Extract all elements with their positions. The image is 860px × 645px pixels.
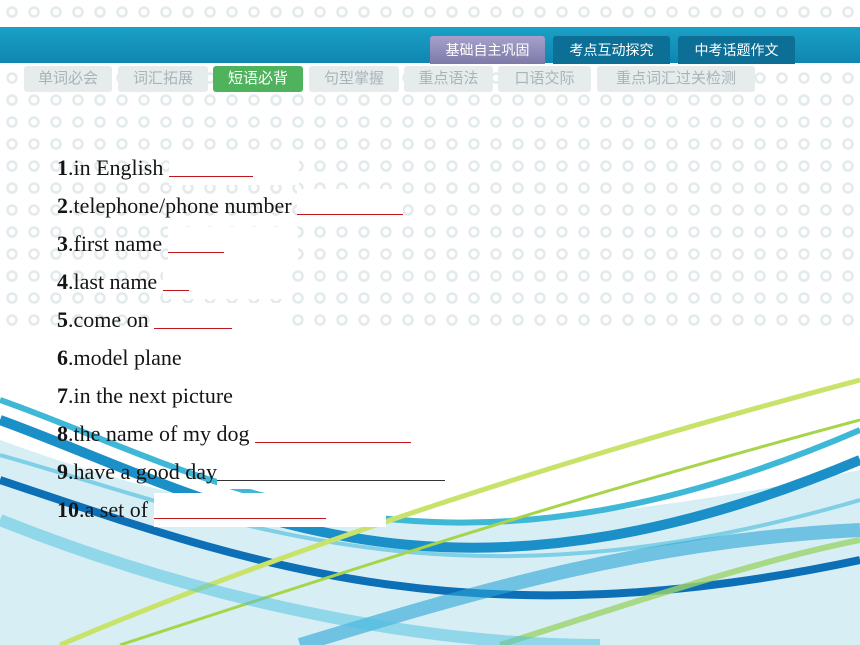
answer-blank[interactable]: [217, 455, 450, 489]
item-text: .have a good day: [68, 459, 218, 484]
list-item: 2.telephone/phone number: [57, 188, 449, 226]
answer-blank[interactable]: [238, 379, 369, 413]
item-text: .telephone/phone number: [68, 193, 292, 218]
answer-blank[interactable]: [153, 493, 386, 527]
item-number: 4: [57, 269, 68, 294]
item-number: 10: [57, 497, 79, 522]
item-text: .in English: [68, 155, 164, 180]
item-number: 9: [57, 459, 68, 484]
item-number: 5: [57, 307, 68, 332]
subtab-vocab-expansion[interactable]: 词汇拓展: [118, 66, 208, 92]
item-text: .come on: [68, 307, 149, 332]
answer-blank[interactable]: [167, 227, 298, 261]
item-text: .the name of my dog: [68, 421, 250, 446]
subtab-words[interactable]: 单词必会: [24, 66, 112, 92]
list-item: 6.model plane: [57, 340, 449, 378]
list-item: 4.last name: [57, 264, 449, 302]
item-text: .a set of: [79, 497, 149, 522]
answer-blank[interactable]: [162, 265, 289, 299]
tab-topic-writing[interactable]: 中考话题作文: [678, 36, 795, 64]
subtab-sentence-patterns[interactable]: 句型掌握: [309, 66, 399, 92]
tab-basic-review[interactable]: 基础自主巩固: [430, 36, 545, 64]
list-item: 5.come on: [57, 302, 449, 340]
list-item: 7.in the next picture: [57, 378, 449, 416]
subtab-phrases[interactable]: 短语必背: [213, 66, 303, 92]
subtab-grammar[interactable]: 重点语法: [404, 66, 493, 92]
list-item: 10.a set of: [57, 492, 449, 530]
phrase-list: 1.in English 2.telephone/phone number 3.…: [57, 150, 450, 530]
item-text: .first name: [68, 231, 163, 256]
item-number: 1: [57, 155, 68, 180]
subtab-vocab-check[interactable]: 重点词汇过关检测: [597, 66, 755, 92]
answer-blank[interactable]: [254, 417, 411, 451]
item-number: 6: [57, 345, 68, 370]
list-item: 9.have a good day: [57, 454, 450, 492]
tab-exam-points[interactable]: 考点互动探究: [553, 36, 670, 64]
answer-blank[interactable]: [168, 151, 299, 185]
answer-blank[interactable]: [297, 189, 404, 223]
subtab-oral-communication[interactable]: 口语交际: [498, 66, 591, 92]
answer-blank[interactable]: [154, 303, 287, 337]
answer-blank[interactable]: [187, 341, 320, 375]
item-number: 7: [57, 383, 68, 408]
item-text: .last name: [68, 269, 158, 294]
item-number: 2: [57, 193, 68, 218]
item-number: 8: [57, 421, 68, 446]
list-item: 1.in English: [57, 150, 449, 188]
item-number: 3: [57, 231, 68, 256]
item-text: .in the next picture: [68, 383, 233, 408]
list-item: 3.first name: [57, 226, 449, 264]
item-text: .model plane: [68, 345, 182, 370]
list-item: 8.the name of my dog: [57, 416, 449, 454]
